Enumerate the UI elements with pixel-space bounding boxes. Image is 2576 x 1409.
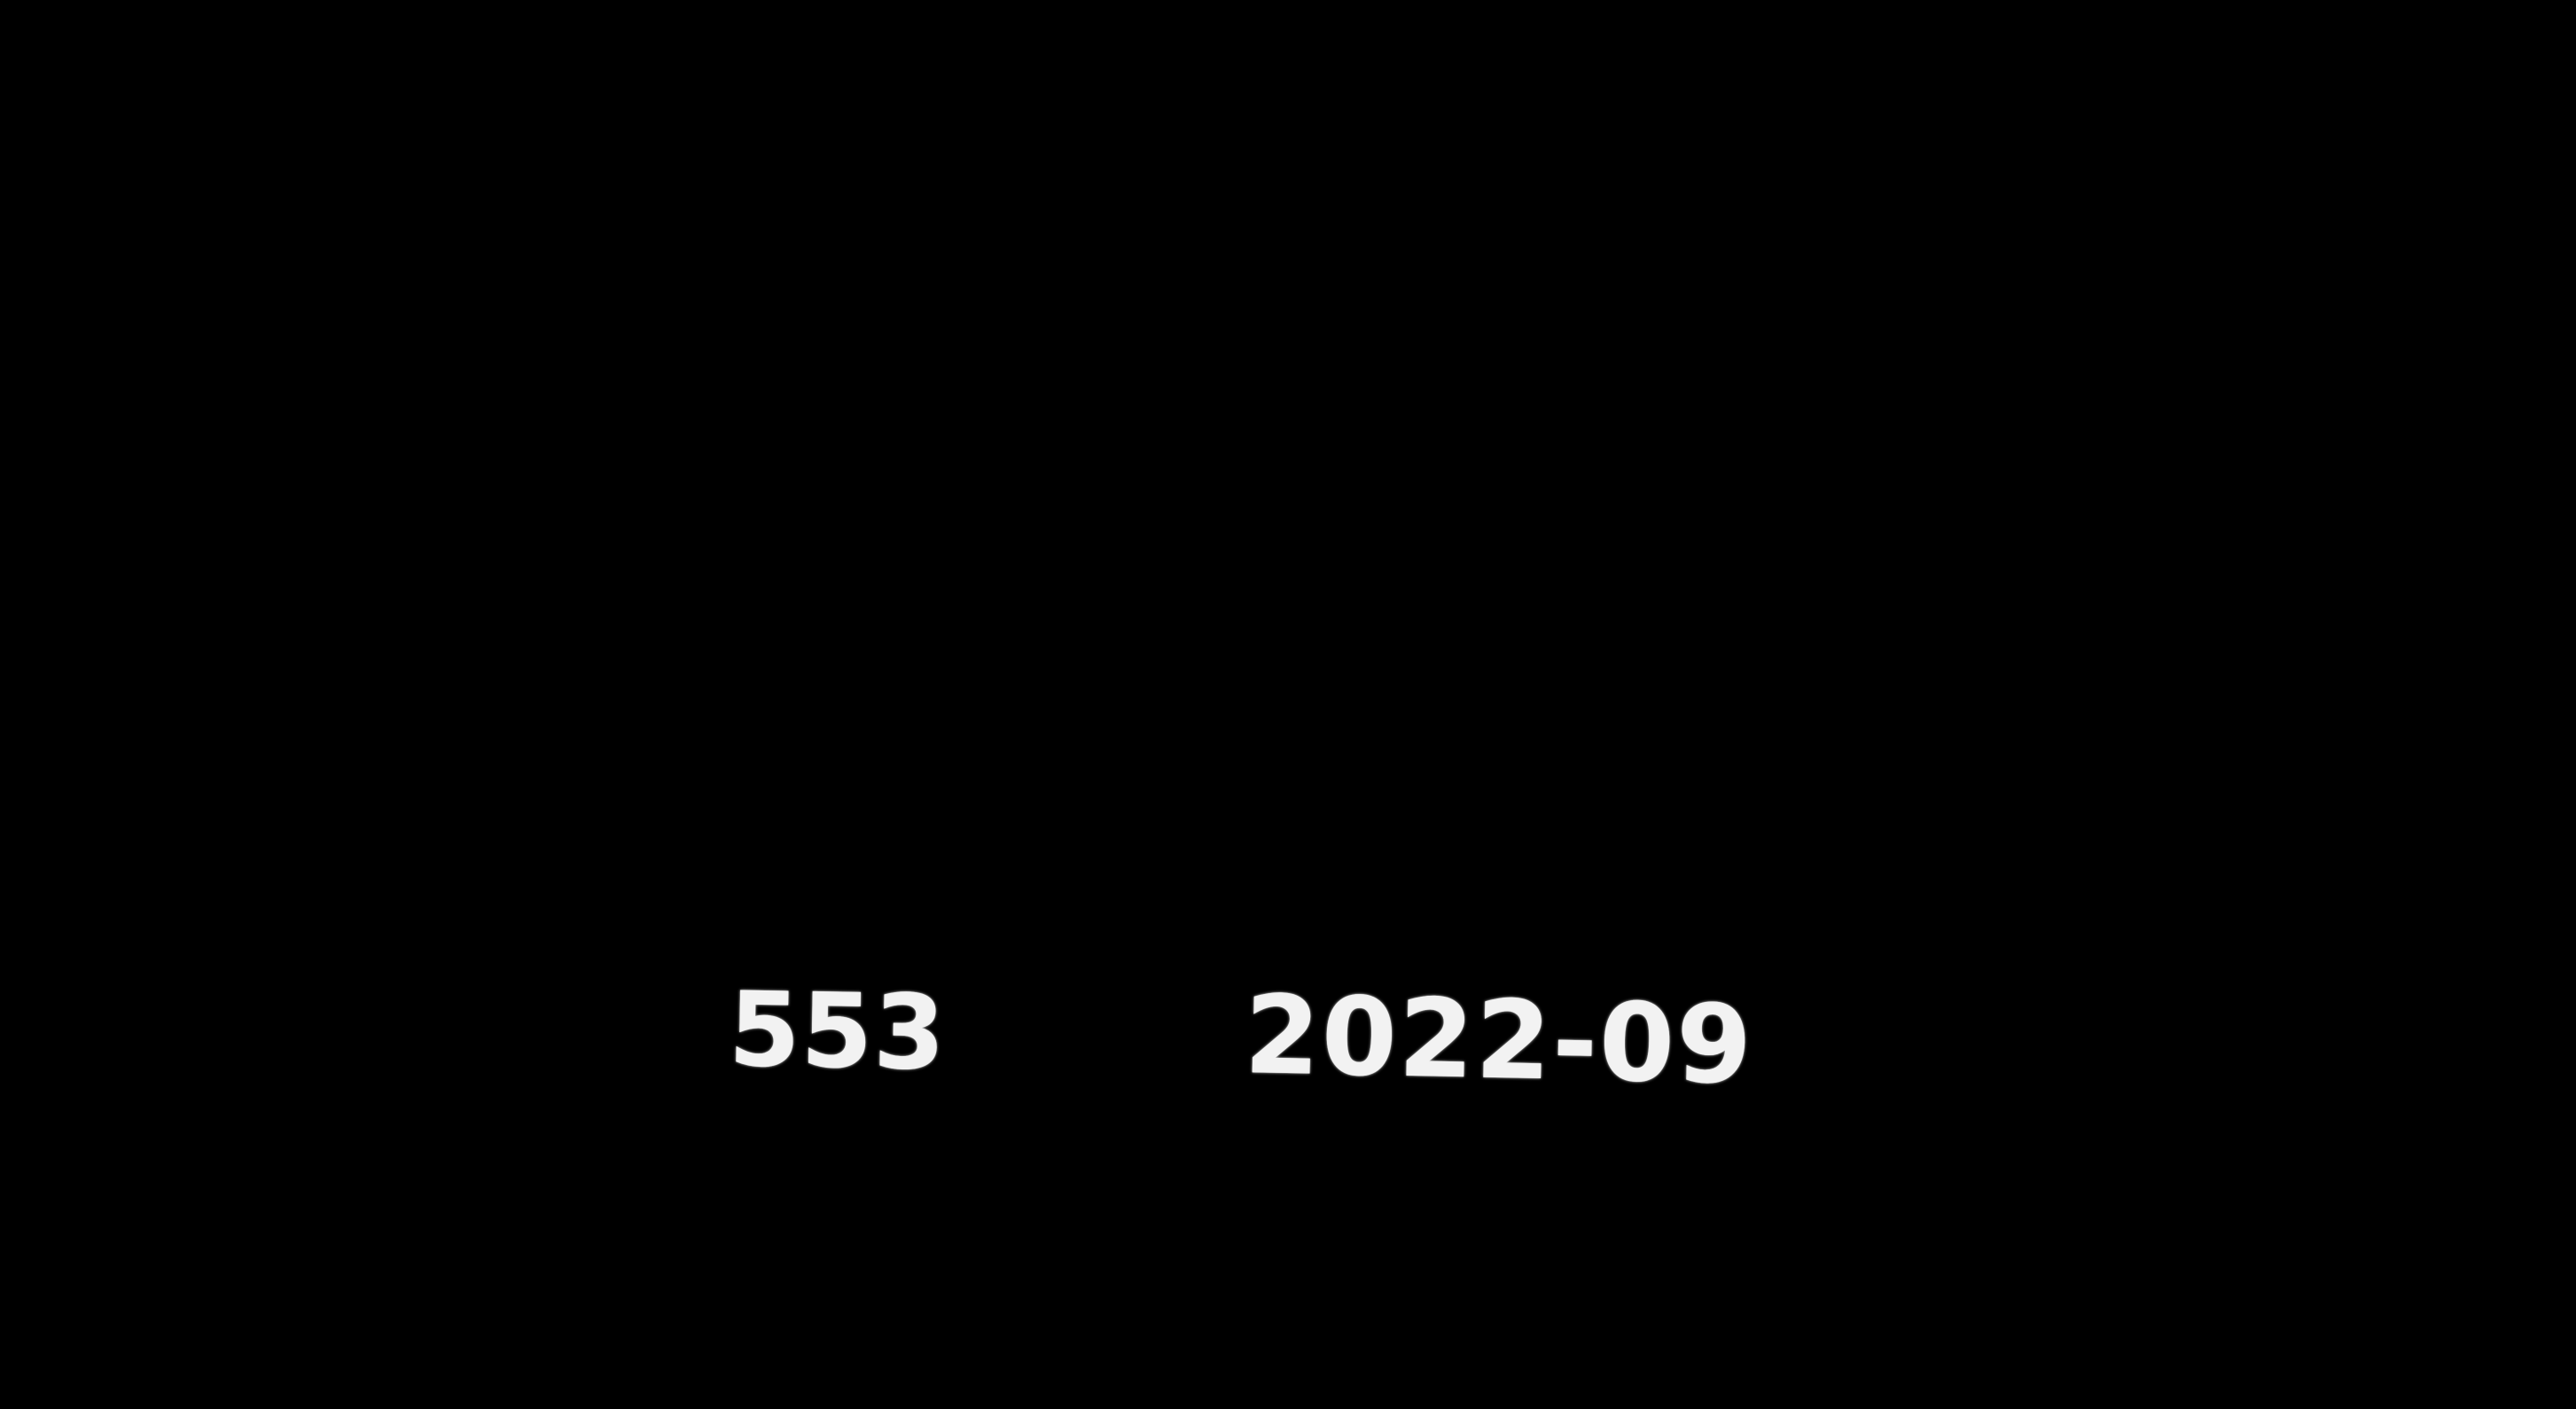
date-label: 2022-09 — [1243, 972, 1755, 1108]
number-label: 553 — [727, 969, 948, 1094]
black-display-screen: 553 2022-09 — [0, 0, 2576, 1409]
